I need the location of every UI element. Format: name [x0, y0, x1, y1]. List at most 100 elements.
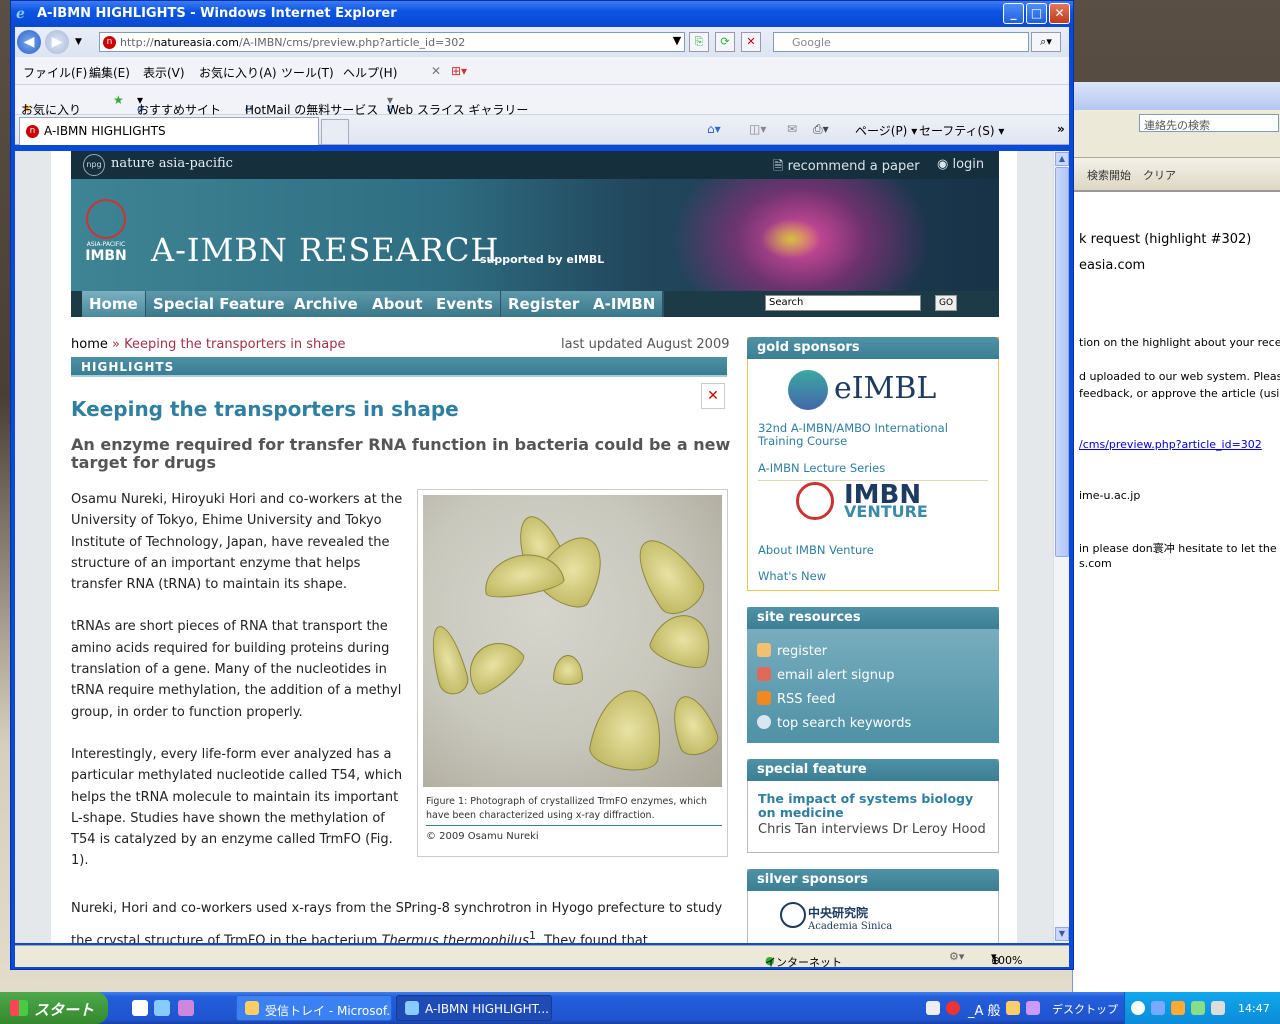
special-feature-link[interactable]: The impact of systems biology on medicin…	[758, 792, 988, 820]
protected-mode-icon[interactable]: ⚙▾	[949, 950, 964, 963]
app-quicklaunch-icon[interactable]	[178, 1000, 194, 1016]
start-search-button[interactable]: 検索開始	[1087, 167, 1131, 183]
suggested-sites-link[interactable]: ℯ おすすめサイト ▾	[137, 93, 221, 117]
show-desktop-icon[interactable]	[132, 1000, 148, 1016]
help-icon[interactable]	[1026, 1001, 1040, 1015]
about-venture-link[interactable]: About IMBN Venture	[758, 544, 874, 557]
minimize-button[interactable]: _	[1003, 3, 1024, 24]
site-brand[interactable]: nature asia-pacific	[111, 156, 233, 171]
close-button[interactable]: ✕	[1049, 3, 1070, 24]
imbn-venture-logo[interactable]: IMBN VENTURE	[796, 480, 928, 521]
print-icon[interactable]: ⎙▾	[813, 122, 829, 137]
paragraph-text: . They found that	[535, 933, 648, 943]
site-search-input[interactable]: Search	[765, 295, 921, 311]
email-alert-link[interactable]: email alert signup	[757, 667, 895, 683]
history-dropdown-icon[interactable]: ▼	[75, 37, 82, 47]
feeds-icon[interactable]: ◫▾	[749, 122, 766, 136]
tab-a-ibmn-highlights[interactable]: n A-IBMN HIGHLIGHTS	[19, 117, 319, 145]
back-arrow-icon[interactable]: ◀	[17, 30, 41, 54]
breadcrumb-home[interactable]: home	[71, 337, 108, 352]
safety-menu[interactable]: セーフティ(S) ▾	[919, 122, 1004, 139]
imbn-logo[interactable]: ASIA-PACIFIC IMBN	[83, 199, 129, 264]
refresh-icon[interactable]: ⟳	[715, 32, 735, 52]
nav-events[interactable]: Events	[429, 291, 502, 317]
home-icon[interactable]: ⌂▾	[707, 122, 721, 136]
volume-icon[interactable]	[1191, 1001, 1205, 1015]
menu-edit[interactable]: 編集(E)	[89, 64, 130, 81]
close-menu-icon[interactable]: ✕	[431, 64, 441, 78]
menu-file[interactable]: ファイル(F)	[23, 64, 87, 81]
nav-register[interactable]: Register	[501, 291, 589, 317]
add-favorite-icon[interactable]: ★	[113, 93, 124, 107]
search-keywords-link[interactable]: top search keywords	[757, 715, 911, 731]
search-icon[interactable]: ⌕▾	[1031, 32, 1061, 52]
menu-help[interactable]: ヘルプ(H)	[343, 64, 397, 81]
background-mail-window[interactable]: 連絡先の検索 検索開始 クリア k request (highlight #30…	[1072, 82, 1280, 992]
desktop-toolbar[interactable]: デスクトップ	[1052, 1001, 1118, 1017]
tool-icon[interactable]	[1006, 1001, 1020, 1015]
url-path: /A-IMBN/cms/preview.php?article_id=302	[239, 36, 466, 49]
keyboard-icon[interactable]	[926, 1001, 940, 1015]
nav-archive[interactable]: Archive	[287, 291, 367, 317]
translate-icon[interactable]: ⊞▾	[451, 64, 467, 78]
lecture-series-link[interactable]: A-IMBN Lecture Series	[758, 462, 885, 475]
forward-arrow-icon[interactable]: ▶	[45, 30, 69, 54]
stop-icon[interactable]: ✕	[741, 32, 761, 52]
site-top-bar: npg nature asia-pacific 🗎 recommend a pa…	[71, 151, 999, 179]
mail-body-link[interactable]: /cms/preview.php?article_id=302	[1079, 438, 1262, 451]
rss-feed-link[interactable]: RSS feed	[757, 691, 836, 707]
task-ie-highlights[interactable]: A-IBMN HIGHLIGHT...	[396, 995, 552, 1021]
tray-expand-icon[interactable]	[1131, 1001, 1145, 1015]
ime-mode[interactable]: _A 般	[968, 1000, 1001, 1019]
nav-a-imbn[interactable]: A-IMBN	[586, 291, 665, 317]
academia-sinica-logo[interactable]: 中央研究院 Academia Sinica	[780, 902, 892, 932]
nav-special-feature[interactable]: Special Feature	[146, 291, 294, 317]
new-tab-button[interactable]	[321, 119, 349, 145]
address-dropdown-icon[interactable]: ▼	[667, 32, 687, 52]
menu-favorites[interactable]: お気に入り(A)	[199, 64, 277, 81]
contact-search-input[interactable]: 連絡先の検索	[1139, 114, 1279, 132]
vertical-scrollbar[interactable]: ▲ ▼	[1053, 151, 1069, 943]
email-alert-label: email alert signup	[777, 668, 895, 683]
recommend-paper-link[interactable]: 🗎 recommend a paper	[773, 157, 920, 179]
training-course-link[interactable]: 32nd A-IMBN/AMBO International Training …	[758, 422, 988, 448]
menu-tools[interactable]: ツール(T)	[281, 64, 334, 81]
security-icon[interactable]	[1171, 1001, 1185, 1015]
start-button[interactable]: スタート	[0, 992, 108, 1024]
more-chevron-icon[interactable]: »	[1057, 122, 1065, 136]
device-icon[interactable]	[1211, 1001, 1225, 1015]
ime-icon[interactable]	[946, 1001, 960, 1015]
browser-window[interactable]: ℯ A-IBMN HIGHLIGHTS - Windows Internet E…	[10, 0, 1074, 970]
article-subtitle: An enzyme required for transfer RNA func…	[71, 435, 731, 472]
compat-view-icon[interactable]: ⎘	[689, 32, 709, 52]
title-bar[interactable]: ℯ A-IBMN HIGHLIGHTS - Windows Internet E…	[11, 1, 1073, 27]
eimbl-logo[interactable]: eIMBL	[788, 370, 936, 410]
crystal-photo[interactable]	[423, 495, 722, 787]
address-input[interactable]: n http://natureasia.com/A-IMBN/cms/previ…	[99, 32, 685, 52]
crystal-shape	[424, 622, 472, 698]
mail-icon[interactable]: ✉	[787, 122, 797, 136]
background-window-search-bar: 連絡先の検索	[1073, 110, 1280, 158]
site-search-go-button[interactable]: GO	[935, 295, 957, 311]
clear-button[interactable]: クリア	[1143, 167, 1176, 183]
reference-marker[interactable]: 1	[529, 929, 536, 942]
task-outlook-inbox[interactable]: 受信トレイ - Microsof...	[236, 995, 392, 1021]
web-slice-link[interactable]: ℯ Web スライス ギャラリー ▾	[387, 93, 528, 117]
nav-home[interactable]: Home	[82, 291, 147, 317]
search-input[interactable]: Google	[773, 32, 1029, 52]
network-icon[interactable]	[1151, 1001, 1165, 1015]
login-link[interactable]: ◉ login	[937, 157, 984, 172]
ie-quicklaunch-icon[interactable]	[154, 1000, 170, 1016]
scrollbar-thumb[interactable]	[1055, 167, 1069, 557]
page-menu[interactable]: ページ(P) ▾	[855, 122, 917, 139]
nav-about[interactable]: About	[365, 291, 432, 317]
page-viewport[interactable]: npg nature asia-pacific 🗎 recommend a pa…	[15, 151, 1053, 943]
scroll-up-icon[interactable]: ▲	[1055, 152, 1069, 166]
scroll-down-icon[interactable]: ▼	[1055, 927, 1069, 941]
close-icon[interactable]: ✕	[701, 383, 725, 409]
whats-new-link[interactable]: What's New	[758, 570, 826, 583]
menu-view[interactable]: 表示(V)	[143, 64, 185, 81]
register-link[interactable]: register	[757, 643, 827, 659]
maximize-button[interactable]: □	[1026, 3, 1047, 24]
zoom-control[interactable]: ⊕ 100% ▾	[991, 950, 1022, 967]
